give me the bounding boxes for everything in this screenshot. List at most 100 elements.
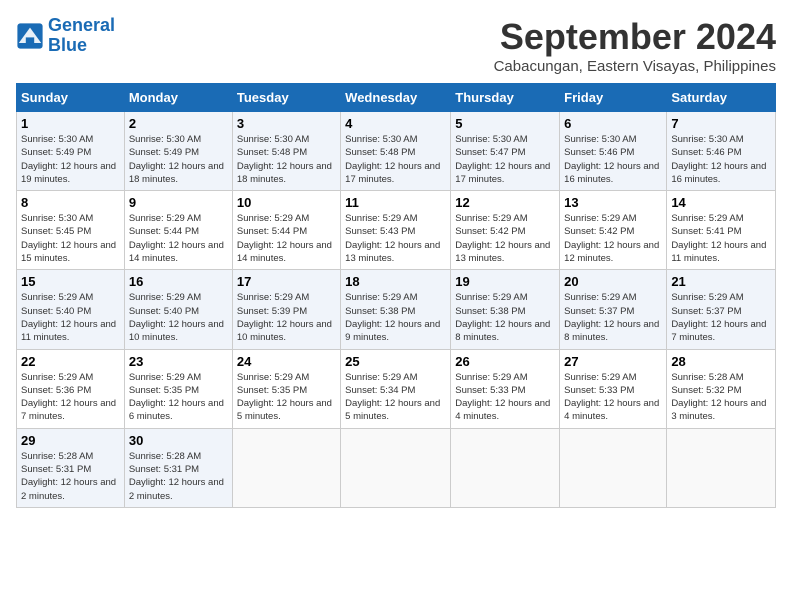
calendar-cell: 24 Sunrise: 5:29 AMSunset: 5:35 PMDaylig…: [232, 349, 340, 428]
calendar-cell: [341, 428, 451, 507]
calendar-cell: 15 Sunrise: 5:29 AMSunset: 5:40 PMDaylig…: [17, 270, 125, 349]
day-number: 28: [671, 354, 771, 369]
day-detail: Sunrise: 5:28 AMSunset: 5:31 PMDaylight:…: [21, 451, 116, 502]
calendar-cell: 9 Sunrise: 5:29 AMSunset: 5:44 PMDayligh…: [124, 191, 232, 270]
location-title: Cabacungan, Eastern Visayas, Philippines: [494, 58, 776, 75]
calendar-week-row: 15 Sunrise: 5:29 AMSunset: 5:40 PMDaylig…: [17, 270, 776, 349]
calendar-cell: 21 Sunrise: 5:29 AMSunset: 5:37 PMDaylig…: [667, 270, 776, 349]
calendar-cell: 22 Sunrise: 5:29 AMSunset: 5:36 PMDaylig…: [17, 349, 125, 428]
day-number: 25: [345, 354, 446, 369]
day-number: 21: [671, 274, 771, 289]
weekday-header: Thursday: [451, 84, 560, 112]
calendar-week-row: 22 Sunrise: 5:29 AMSunset: 5:36 PMDaylig…: [17, 349, 776, 428]
calendar-cell: 29 Sunrise: 5:28 AMSunset: 5:31 PMDaylig…: [17, 428, 125, 507]
day-number: 23: [129, 354, 228, 369]
day-number: 30: [129, 433, 228, 448]
day-number: 11: [345, 195, 446, 210]
day-detail: Sunrise: 5:29 AMSunset: 5:33 PMDaylight:…: [455, 372, 550, 423]
day-detail: Sunrise: 5:29 AMSunset: 5:35 PMDaylight:…: [237, 372, 332, 423]
calendar-table: SundayMondayTuesdayWednesdayThursdayFrid…: [16, 83, 776, 508]
day-detail: Sunrise: 5:29 AMSunset: 5:36 PMDaylight:…: [21, 372, 116, 423]
header: General Blue September 2024 Cabacungan, …: [16, 16, 776, 75]
day-number: 16: [129, 274, 228, 289]
calendar-cell: 12 Sunrise: 5:29 AMSunset: 5:42 PMDaylig…: [451, 191, 560, 270]
calendar-cell: [667, 428, 776, 507]
calendar-cell: 11 Sunrise: 5:29 AMSunset: 5:43 PMDaylig…: [341, 191, 451, 270]
calendar-cell: 19 Sunrise: 5:29 AMSunset: 5:38 PMDaylig…: [451, 270, 560, 349]
day-detail: Sunrise: 5:29 AMSunset: 5:38 PMDaylight:…: [455, 292, 550, 343]
day-detail: Sunrise: 5:30 AMSunset: 5:48 PMDaylight:…: [345, 134, 440, 185]
calendar-cell: [232, 428, 340, 507]
day-detail: Sunrise: 5:29 AMSunset: 5:41 PMDaylight:…: [671, 213, 766, 264]
weekday-header: Sunday: [17, 84, 125, 112]
calendar-cell: 30 Sunrise: 5:28 AMSunset: 5:31 PMDaylig…: [124, 428, 232, 507]
day-detail: Sunrise: 5:30 AMSunset: 5:46 PMDaylight:…: [564, 134, 659, 185]
day-number: 12: [455, 195, 555, 210]
day-detail: Sunrise: 5:29 AMSunset: 5:37 PMDaylight:…: [671, 292, 766, 343]
day-number: 15: [21, 274, 120, 289]
day-detail: Sunrise: 5:29 AMSunset: 5:38 PMDaylight:…: [345, 292, 440, 343]
day-detail: Sunrise: 5:30 AMSunset: 5:46 PMDaylight:…: [671, 134, 766, 185]
day-number: 29: [21, 433, 120, 448]
day-number: 20: [564, 274, 662, 289]
calendar-cell: 16 Sunrise: 5:29 AMSunset: 5:40 PMDaylig…: [124, 270, 232, 349]
day-detail: Sunrise: 5:29 AMSunset: 5:44 PMDaylight:…: [129, 213, 224, 264]
day-number: 18: [345, 274, 446, 289]
calendar-cell: 18 Sunrise: 5:29 AMSunset: 5:38 PMDaylig…: [341, 270, 451, 349]
day-detail: Sunrise: 5:29 AMSunset: 5:43 PMDaylight:…: [345, 213, 440, 264]
day-detail: Sunrise: 5:30 AMSunset: 5:49 PMDaylight:…: [129, 134, 224, 185]
weekday-header: Tuesday: [232, 84, 340, 112]
day-number: 5: [455, 116, 555, 131]
calendar-cell: 28 Sunrise: 5:28 AMSunset: 5:32 PMDaylig…: [667, 349, 776, 428]
weekday-header: Friday: [560, 84, 667, 112]
day-detail: Sunrise: 5:29 AMSunset: 5:35 PMDaylight:…: [129, 372, 224, 423]
calendar-week-row: 29 Sunrise: 5:28 AMSunset: 5:31 PMDaylig…: [17, 428, 776, 507]
calendar-cell: 27 Sunrise: 5:29 AMSunset: 5:33 PMDaylig…: [560, 349, 667, 428]
calendar-cell: 5 Sunrise: 5:30 AMSunset: 5:47 PMDayligh…: [451, 112, 560, 191]
calendar-cell: 2 Sunrise: 5:30 AMSunset: 5:49 PMDayligh…: [124, 112, 232, 191]
calendar-cell: 20 Sunrise: 5:29 AMSunset: 5:37 PMDaylig…: [560, 270, 667, 349]
day-detail: Sunrise: 5:30 AMSunset: 5:45 PMDaylight:…: [21, 213, 116, 264]
calendar-cell: 7 Sunrise: 5:30 AMSunset: 5:46 PMDayligh…: [667, 112, 776, 191]
calendar-cell: 4 Sunrise: 5:30 AMSunset: 5:48 PMDayligh…: [341, 112, 451, 191]
day-number: 27: [564, 354, 662, 369]
day-number: 10: [237, 195, 336, 210]
day-detail: Sunrise: 5:29 AMSunset: 5:44 PMDaylight:…: [237, 213, 332, 264]
calendar-cell: 23 Sunrise: 5:29 AMSunset: 5:35 PMDaylig…: [124, 349, 232, 428]
day-number: 13: [564, 195, 662, 210]
calendar-cell: 6 Sunrise: 5:30 AMSunset: 5:46 PMDayligh…: [560, 112, 667, 191]
day-number: 1: [21, 116, 120, 131]
weekday-header: Monday: [124, 84, 232, 112]
day-detail: Sunrise: 5:29 AMSunset: 5:33 PMDaylight:…: [564, 372, 659, 423]
day-detail: Sunrise: 5:30 AMSunset: 5:47 PMDaylight:…: [455, 134, 550, 185]
weekday-header: Wednesday: [341, 84, 451, 112]
logo-line1: General: [48, 15, 115, 35]
day-number: 3: [237, 116, 336, 131]
day-detail: Sunrise: 5:29 AMSunset: 5:42 PMDaylight:…: [455, 213, 550, 264]
calendar-week-row: 8 Sunrise: 5:30 AMSunset: 5:45 PMDayligh…: [17, 191, 776, 270]
day-detail: Sunrise: 5:29 AMSunset: 5:40 PMDaylight:…: [129, 292, 224, 343]
month-title: September 2024: [494, 16, 776, 58]
day-number: 24: [237, 354, 336, 369]
weekday-header: Saturday: [667, 84, 776, 112]
day-detail: Sunrise: 5:29 AMSunset: 5:37 PMDaylight:…: [564, 292, 659, 343]
logo: General Blue: [16, 16, 115, 56]
logo-text: General Blue: [48, 16, 115, 56]
calendar-cell: [560, 428, 667, 507]
day-number: 2: [129, 116, 228, 131]
day-detail: Sunrise: 5:28 AMSunset: 5:32 PMDaylight:…: [671, 372, 766, 423]
day-number: 26: [455, 354, 555, 369]
day-number: 19: [455, 274, 555, 289]
calendar-cell: 25 Sunrise: 5:29 AMSunset: 5:34 PMDaylig…: [341, 349, 451, 428]
title-area: September 2024 Cabacungan, Eastern Visay…: [494, 16, 776, 75]
day-detail: Sunrise: 5:28 AMSunset: 5:31 PMDaylight:…: [129, 451, 224, 502]
day-detail: Sunrise: 5:30 AMSunset: 5:49 PMDaylight:…: [21, 134, 116, 185]
day-number: 6: [564, 116, 662, 131]
calendar-cell: 14 Sunrise: 5:29 AMSunset: 5:41 PMDaylig…: [667, 191, 776, 270]
calendar-cell: 13 Sunrise: 5:29 AMSunset: 5:42 PMDaylig…: [560, 191, 667, 270]
day-number: 22: [21, 354, 120, 369]
calendar-cell: 1 Sunrise: 5:30 AMSunset: 5:49 PMDayligh…: [17, 112, 125, 191]
day-number: 7: [671, 116, 771, 131]
day-number: 4: [345, 116, 446, 131]
day-detail: Sunrise: 5:29 AMSunset: 5:34 PMDaylight:…: [345, 372, 440, 423]
